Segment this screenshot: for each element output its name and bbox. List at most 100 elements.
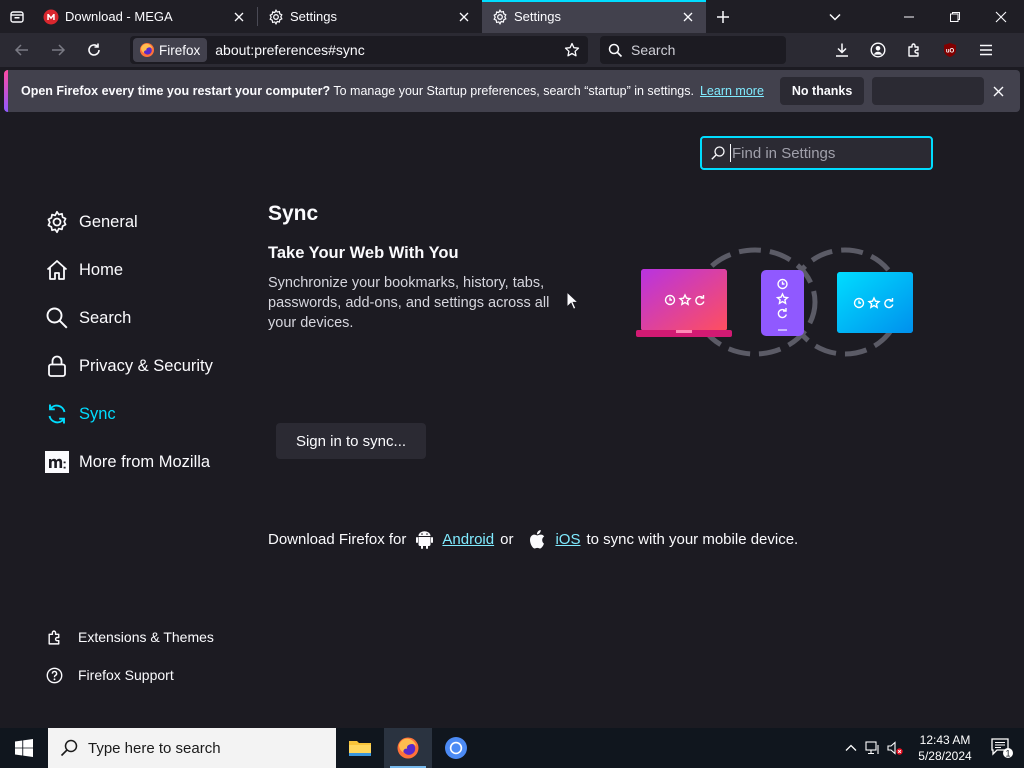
- close-window-button[interactable]: [978, 0, 1024, 33]
- url-text[interactable]: about:preferences#sync: [215, 42, 559, 58]
- volume-button[interactable]: [884, 740, 906, 756]
- android-link[interactable]: Android: [442, 531, 494, 548]
- system-tray: 12:43 AM 5/28/2024 1: [840, 728, 1024, 768]
- sync-icon: [44, 401, 70, 427]
- sidebar-item-sync[interactable]: Sync: [44, 390, 244, 438]
- search-placeholder: Search: [631, 42, 676, 58]
- home-icon: [44, 257, 70, 283]
- hamburger-menu-icon: [980, 44, 992, 56]
- taskbar-clock[interactable]: 12:43 AM 5/28/2024: [910, 732, 980, 764]
- apple-icon: [528, 529, 546, 549]
- taskbar-chromium[interactable]: [432, 728, 480, 768]
- volume-muted-icon: [887, 741, 903, 755]
- taskbar-firefox[interactable]: [384, 728, 432, 768]
- notification-count: 1: [1005, 748, 1010, 758]
- close-icon[interactable]: [231, 9, 247, 25]
- svg-text:uO: uO: [946, 49, 955, 55]
- search-bar[interactable]: Search: [600, 36, 786, 64]
- notification-text: Open Firefox every time you restart your…: [21, 84, 694, 98]
- android-icon: [415, 529, 433, 549]
- minimize-button[interactable]: [886, 0, 932, 33]
- sidebar-item-home[interactable]: Home: [44, 246, 244, 294]
- forward-button[interactable]: [40, 35, 76, 65]
- restore-button[interactable]: [932, 0, 978, 33]
- search-icon: [60, 739, 78, 757]
- new-tab-button[interactable]: [706, 0, 740, 33]
- arrow-left-icon: [14, 44, 28, 56]
- folder-icon: [349, 741, 371, 756]
- ublock-button[interactable]: uO: [932, 35, 968, 65]
- action-center-button[interactable]: 1: [980, 738, 1024, 758]
- notification-icon: 1: [991, 738, 1013, 758]
- list-all-tabs-button[interactable]: [818, 0, 852, 33]
- help-icon: [46, 667, 66, 684]
- clock-date: 5/28/2024: [918, 749, 972, 763]
- sidebar-item-general[interactable]: General: [44, 198, 244, 246]
- windows-taskbar: Type here to search 12:43 AM 5/28/2024 1: [0, 728, 1024, 768]
- extensions-button[interactable]: [896, 35, 932, 65]
- mouse-pointer-icon: [566, 291, 579, 310]
- tab-settings-1[interactable]: Settings: [258, 0, 482, 33]
- sign-in-to-sync-button[interactable]: Sign in to sync...: [276, 423, 426, 459]
- lock-icon: [44, 353, 70, 379]
- chevron-up-icon: [845, 744, 857, 751]
- reload-button[interactable]: [76, 35, 112, 65]
- ios-link[interactable]: iOS: [555, 531, 580, 548]
- restore-icon: [950, 11, 960, 22]
- identity-box[interactable]: Firefox: [133, 38, 208, 62]
- mega-icon: [43, 9, 59, 25]
- settings-page: Find in Settings General Home Search Pri…: [0, 116, 1024, 728]
- tab-settings-2[interactable]: Settings: [482, 0, 706, 33]
- sidebar-item-label: Search: [79, 308, 132, 327]
- firefox-view-button[interactable]: [0, 0, 33, 33]
- search-icon: [608, 43, 623, 57]
- downloads-button[interactable]: [824, 35, 860, 65]
- close-icon[interactable]: [456, 9, 472, 25]
- mozilla-icon: [44, 449, 70, 475]
- sidebar-item-label: Privacy & Security: [79, 356, 213, 375]
- tab-mega[interactable]: Download - MEGA: [33, 0, 257, 33]
- download-prefix: Download Firefox for: [268, 530, 407, 548]
- sidebar-item-search[interactable]: Search: [44, 294, 244, 342]
- account-button[interactable]: [860, 35, 896, 65]
- download-icon: [836, 43, 848, 57]
- sidebar-footer: Extensions & Themes Firefox Support: [46, 618, 214, 694]
- firefox-support-link[interactable]: Firefox Support: [46, 656, 214, 694]
- tab-title: Settings: [514, 9, 561, 24]
- sidebar-item-more-from-mozilla[interactable]: More from Mozilla: [44, 438, 244, 486]
- search-icon: [711, 146, 725, 160]
- close-icon[interactable]: [680, 9, 696, 25]
- chevron-down-icon: [829, 13, 841, 21]
- close-notification-button[interactable]: [990, 83, 1006, 99]
- find-in-settings-input[interactable]: Find in Settings: [700, 136, 933, 170]
- url-bar[interactable]: Firefox about:preferences#sync: [130, 36, 588, 64]
- learn-more-link[interactable]: Learn more: [700, 84, 764, 98]
- sync-pane: Sync Take Your Web With You Synchronize …: [268, 202, 568, 333]
- sidebar-item-label: General: [79, 212, 138, 231]
- sidebar-item-privacy[interactable]: Privacy & Security: [44, 342, 244, 390]
- taskbar-search-box[interactable]: Type here to search: [48, 728, 336, 768]
- taskbar-file-explorer[interactable]: [336, 728, 384, 768]
- windows-logo-icon: [15, 739, 33, 757]
- identity-label: Firefox: [159, 42, 201, 58]
- sync-devices-illustration: [636, 247, 913, 357]
- chromium-icon: [445, 737, 467, 759]
- firefox-support-label: Firefox Support: [78, 667, 174, 683]
- settings-sidebar: General Home Search Privacy & Security S…: [44, 198, 244, 486]
- gear-icon: [492, 8, 508, 25]
- show-hidden-icons-button[interactable]: [840, 742, 862, 754]
- download-or: or: [500, 530, 514, 548]
- text-caret: [730, 144, 731, 162]
- menu-button[interactable]: [968, 35, 1004, 65]
- back-button[interactable]: [4, 35, 40, 65]
- start-button[interactable]: [0, 728, 48, 768]
- tab-strip: Download - MEGA Settings Settings: [0, 0, 1024, 33]
- confirm-button[interactable]: [872, 77, 985, 105]
- firefox-view-icon: [9, 10, 24, 23]
- page-title: Sync: [268, 202, 319, 225]
- network-button[interactable]: [862, 740, 884, 756]
- no-thanks-button[interactable]: No thanks: [779, 77, 865, 105]
- bookmark-star-button[interactable]: [559, 42, 585, 58]
- plus-icon: [717, 10, 729, 23]
- extensions-themes-link[interactable]: Extensions & Themes: [46, 618, 214, 656]
